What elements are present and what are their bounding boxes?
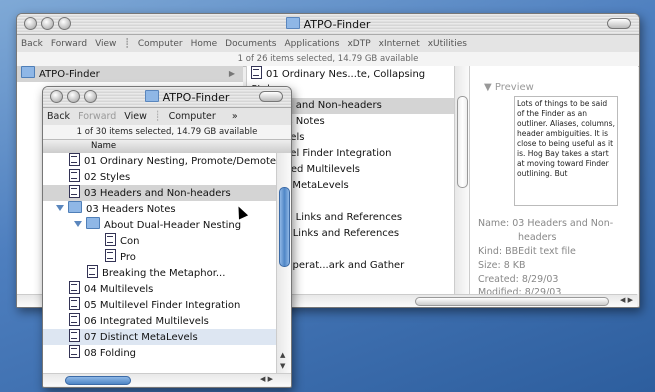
document-icon <box>87 265 98 278</box>
home-button[interactable]: Home <box>191 39 218 49</box>
xutilities-button[interactable]: xUtilities <box>428 39 467 49</box>
toolbar-divider: ┊ <box>124 38 130 49</box>
minimize-icon[interactable] <box>67 90 80 103</box>
front-vertical-scrollbar[interactable]: ▲ ▼ <box>276 153 291 373</box>
forward-button[interactable]: Forward <box>51 39 87 49</box>
toolbar-overflow-button[interactable]: » <box>232 111 238 122</box>
scroll-up-arrow[interactable]: ▲ <box>280 351 285 359</box>
list-item[interactable]: About Dual-Header Nesting <box>43 217 276 233</box>
title-bar[interactable]: ATPO-Finder <box>43 87 291 108</box>
list-item[interactable]: Breaking the Metaphor... <box>43 265 276 281</box>
computer-button[interactable]: Computer <box>169 111 216 122</box>
forward-button[interactable]: Forward <box>78 111 116 122</box>
xdtp-button[interactable]: xDTP <box>347 39 370 49</box>
folder-icon <box>285 17 300 29</box>
toolbar-divider: ┊ <box>154 111 161 122</box>
column-header[interactable]: Name <box>43 140 291 154</box>
list-item[interactable]: 05 Multilevel Finder Integration <box>43 297 276 313</box>
status-bar: 1 of 30 items selected, 14.79 GB availab… <box>43 125 291 140</box>
title-bar[interactable]: ATPO-Finder <box>17 14 639 35</box>
chevron-right-icon: ▶ <box>228 69 235 78</box>
document-icon <box>69 185 80 198</box>
document-icon <box>69 345 80 358</box>
preview-text: Lots of things to be said of the Finder … <box>514 96 618 206</box>
column-2-scrollbar[interactable] <box>454 66 469 294</box>
scroll-arrows[interactable]: ◀ ▶ <box>620 296 633 304</box>
scroll-arrows[interactable]: ◀ ▶ <box>260 375 273 383</box>
info-size: Size: 8 KB <box>478 260 526 271</box>
scroll-down-arrow[interactable]: ▼ <box>280 362 285 370</box>
front-finder-window: ATPO-Finder Back Forward View ┊ Computer… <box>42 86 292 388</box>
list-item[interactable]: 01 Ordinary Nesting, Promote/Demote <box>43 153 276 169</box>
document-icon <box>105 249 116 262</box>
close-icon[interactable] <box>50 90 63 103</box>
toolbar-toggle-button[interactable] <box>607 18 631 29</box>
scroll-thumb[interactable] <box>279 187 290 267</box>
front-horizontal-scrollbar[interactable]: ◀ ▶ <box>43 373 291 386</box>
document-icon <box>69 153 80 166</box>
list-item[interactable]: Con <box>43 233 276 249</box>
documents-button[interactable]: Documents <box>225 39 276 49</box>
document-icon <box>251 66 262 79</box>
list-item[interactable]: 06 Integrated Multilevels <box>43 313 276 329</box>
disclosure-triangle-icon[interactable] <box>56 205 64 211</box>
toolbar: Back Forward View ┊ Computer Home Docume… <box>17 35 639 52</box>
xinternet-button[interactable]: xInternet <box>379 39 420 49</box>
info-created: Created: 8/29/03 <box>478 274 559 285</box>
toolbar-toggle-button[interactable] <box>259 91 283 102</box>
list-item[interactable]: 02 Styles <box>43 169 276 185</box>
info-name: Name: 03 Headers and Non- <box>478 218 614 229</box>
back-button[interactable]: Back <box>21 39 43 49</box>
toolbar: Back Forward View ┊ Computer » <box>43 108 291 125</box>
column-1-item[interactable]: ATPO-Finder ▶ <box>17 66 243 82</box>
document-icon <box>105 233 116 246</box>
applications-button[interactable]: Applications <box>285 39 340 49</box>
document-icon <box>69 169 80 182</box>
disclosure-triangle-icon[interactable] <box>74 221 82 227</box>
back-button[interactable]: Back <box>47 111 70 122</box>
status-bar: 1 of 26 items selected, 14.79 GB availab… <box>17 52 639 67</box>
folder-icon <box>144 90 159 102</box>
info-name-cont: headers <box>518 232 557 243</box>
file-list: 01 Ordinary Nesting, Promote/Demote 02 St… <box>43 153 276 373</box>
scroll-thumb[interactable] <box>65 376 131 385</box>
folder-icon <box>86 217 100 229</box>
list-item[interactable]: 08 Folding <box>43 345 276 361</box>
folder-icon <box>68 201 82 213</box>
preview-label: ▼ Preview <box>484 82 534 93</box>
window-title: ATPO-Finder <box>17 17 639 31</box>
column-2-item[interactable]: 01 Ordinary Nes...te, Collapsing <box>247 66 457 82</box>
document-icon <box>69 313 80 326</box>
list-item[interactable]: 07 Distinct MetaLevels <box>43 329 276 345</box>
list-item[interactable]: 04 Multilevels <box>43 281 276 297</box>
document-icon <box>69 281 80 294</box>
folder-icon <box>21 66 35 78</box>
list-item[interactable]: 03 Headers and Non-headers <box>43 185 276 201</box>
scroll-thumb[interactable] <box>415 297 609 306</box>
document-icon <box>69 297 80 310</box>
scroll-thumb[interactable] <box>457 96 468 188</box>
computer-button[interactable]: Computer <box>138 39 183 49</box>
view-button[interactable]: View <box>124 111 147 122</box>
view-button[interactable]: View <box>95 39 116 49</box>
list-item[interactable]: Pro <box>43 249 276 265</box>
info-kind: Kind: BBEdit text file <box>478 246 576 257</box>
document-icon <box>69 329 80 342</box>
